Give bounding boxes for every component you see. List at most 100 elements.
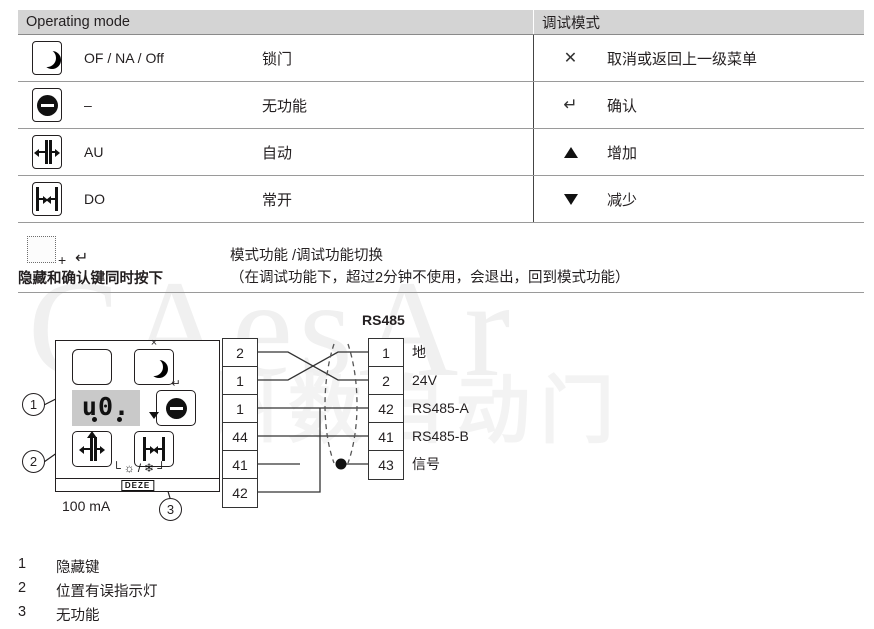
snowflake-icon: ❄ bbox=[144, 461, 155, 475]
door-open-icon bbox=[32, 182, 62, 216]
terminal-cell: 1 bbox=[369, 339, 403, 367]
status-pictogram-row: └ ☼ / ❄ ┘ bbox=[74, 460, 204, 476]
no-function-icon bbox=[165, 397, 187, 419]
mode-desc: 常开 bbox=[262, 191, 293, 209]
callout-1: 1 bbox=[22, 393, 45, 416]
enter-icon: ↵ bbox=[75, 250, 89, 267]
sun-icon: ☼ bbox=[123, 461, 135, 475]
callout-2: 2 bbox=[22, 450, 45, 473]
legend-text: 隐藏键 bbox=[56, 560, 100, 576]
legend-item: 2 位置有误指示灯 bbox=[18, 580, 158, 601]
signal-label: RS485-A bbox=[412, 400, 469, 416]
rs485-signal-labels: 地 24V RS485-A RS485-B 信号 bbox=[412, 338, 469, 478]
arrow-down-icon bbox=[563, 193, 578, 205]
door-open-icon bbox=[141, 437, 167, 461]
service-symbol-cell: ✕ bbox=[533, 35, 607, 81]
mode-icon-cell bbox=[18, 35, 76, 81]
service-symbol-cell bbox=[533, 176, 607, 222]
display-dot-right bbox=[117, 417, 122, 422]
legend-text: 位置有误指示灯 bbox=[56, 584, 158, 600]
keypad: × u0. ↵ bbox=[72, 338, 206, 472]
terminal-cell: 41 bbox=[369, 423, 403, 451]
decrease-mark bbox=[134, 412, 174, 431]
cancel-mark: × bbox=[150, 337, 158, 349]
door-auto-icon bbox=[32, 135, 62, 169]
note-press-label: 隐藏和确认键同时按下 bbox=[18, 271, 163, 287]
mode-code: OF / NA / Off bbox=[84, 50, 164, 66]
note-divider bbox=[18, 292, 864, 293]
arrow-up-icon bbox=[563, 146, 578, 158]
mode-code: – bbox=[84, 97, 92, 113]
control-unit-device: × u0. ↵ └ ☼ / ❄ ┘ DEZE bbox=[55, 338, 220, 492]
legend-item: 1 隐藏键 bbox=[18, 556, 158, 577]
increase-mark bbox=[72, 419, 112, 438]
service-fn: 增加 bbox=[607, 144, 638, 162]
mode-code: AU bbox=[84, 144, 104, 160]
legend-item: 3 无功能 bbox=[18, 604, 158, 625]
table-row: OF / NA / Off 锁门 ✕ 取消或返回上一级菜单 bbox=[18, 35, 864, 82]
service-fn: 确认 bbox=[607, 97, 638, 115]
plus-sign: + bbox=[58, 252, 67, 268]
shield-node bbox=[335, 458, 347, 470]
terminal-cell: 1 bbox=[223, 367, 257, 395]
table-row: DO 常开 减少 bbox=[18, 176, 864, 223]
hidden-key-cell[interactable] bbox=[72, 349, 112, 385]
note-line-1: 模式功能 /调试功能切换 bbox=[230, 248, 384, 264]
note-line-2: （在调试功能下，超过2分钟不使用，会退出，回到模式功能） bbox=[230, 270, 630, 286]
signal-label: 地 bbox=[412, 344, 426, 360]
mode-desc: 自动 bbox=[262, 144, 293, 162]
legend-number: 1 bbox=[18, 556, 27, 572]
confirm-mark: ↵ bbox=[171, 378, 181, 390]
moon-icon bbox=[145, 358, 163, 376]
mode-desc: 锁门 bbox=[262, 50, 293, 68]
service-fn: 减少 bbox=[607, 191, 638, 209]
mode-icon-cell bbox=[18, 129, 76, 175]
enter-icon: ↵ bbox=[563, 95, 578, 114]
service-symbol-cell: ↵ bbox=[533, 82, 607, 128]
no-function-icon bbox=[32, 88, 62, 122]
hidden-key-note: + ↵ 隐藏和确认键同时按下 模式功能 /调试功能切换 （在调试功能下，超过2分… bbox=[18, 236, 864, 293]
close-x-icon: ✕ bbox=[563, 50, 578, 67]
service-symbol-cell bbox=[533, 129, 607, 175]
callout-legend: 1 隐藏键 2 位置有误指示灯 3 无功能 bbox=[18, 556, 158, 628]
door-auto-icon bbox=[79, 437, 105, 461]
terminal-cell: 42 bbox=[223, 479, 257, 507]
mode-icon-cell bbox=[18, 176, 76, 222]
signal-label: RS485-B bbox=[412, 428, 469, 444]
rs485-terminal-strip: 1 2 42 41 43 bbox=[368, 338, 404, 480]
legend-number: 2 bbox=[18, 580, 27, 596]
header-service-mode: 调试模式 bbox=[533, 10, 864, 34]
operating-mode-table: Operating mode 调试模式 OF / NA / Off 锁门 ✕ 取… bbox=[18, 10, 864, 223]
terminal-cell: 42 bbox=[369, 395, 403, 423]
current-label: 100 mA bbox=[62, 498, 111, 514]
wiring-diagram: RS485 × u0. ↵ └ ☼ / ❄ ┘ DEZE 100 mA 1 2 … bbox=[0, 300, 874, 540]
service-fn: 取消或返回上一级菜单 bbox=[607, 50, 758, 68]
legend-number: 3 bbox=[18, 604, 27, 620]
terminal-cell: 2 bbox=[223, 339, 257, 367]
hidden-key-icon bbox=[27, 236, 56, 263]
page-root: CAesAr 广州数自动门 Operating mode 调试模式 OF / N… bbox=[0, 0, 874, 629]
display-value: u0. bbox=[81, 392, 131, 421]
signal-label: 信号 bbox=[412, 456, 440, 472]
table-row: – 无功能 ↵ 确认 bbox=[18, 82, 864, 129]
mode-icon-cell bbox=[18, 82, 76, 128]
table-row: AU 自动 增加 bbox=[18, 129, 864, 176]
slash-icon: / bbox=[137, 461, 142, 475]
bracket-left-icon: └ bbox=[112, 461, 121, 475]
bracket-right-icon: ┘ bbox=[157, 461, 166, 475]
terminal-cell: 41 bbox=[223, 451, 257, 479]
signal-label: 24V bbox=[412, 372, 437, 388]
table-header-row: Operating mode 调试模式 bbox=[18, 10, 864, 35]
deze-logo: DEZE bbox=[120, 480, 155, 491]
mode-desc: 无功能 bbox=[262, 97, 308, 115]
header-operating-mode: Operating mode bbox=[26, 14, 130, 30]
mode-code: DO bbox=[84, 191, 105, 207]
moon-icon bbox=[32, 41, 62, 75]
terminal-cell: 1 bbox=[223, 395, 257, 423]
terminal-cell: 43 bbox=[369, 451, 403, 479]
hidden-key-button[interactable] bbox=[72, 349, 112, 385]
terminal-cell: 44 bbox=[223, 423, 257, 451]
device-terminal-strip: 2 1 1 44 41 42 bbox=[222, 338, 258, 508]
terminal-cell: 2 bbox=[369, 367, 403, 395]
callout-3: 3 bbox=[159, 498, 182, 521]
